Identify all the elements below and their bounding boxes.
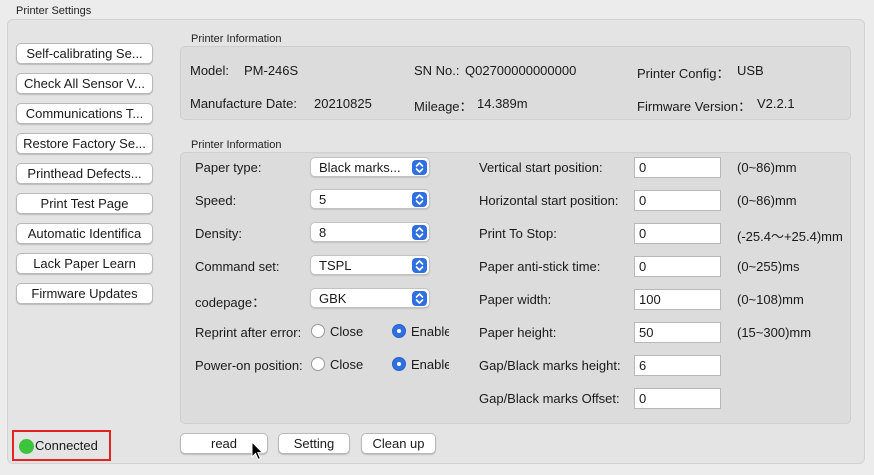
model-value: PM-246S bbox=[244, 63, 299, 78]
print-to-stop-input[interactable]: 0 bbox=[634, 223, 721, 244]
connection-status: Connected bbox=[12, 430, 111, 461]
restore-factory-button[interactable]: Restore Factory Se... bbox=[16, 133, 153, 154]
chevron-updown-icon bbox=[412, 192, 427, 207]
power-on-position-label: Power-on position: bbox=[195, 358, 303, 373]
chevron-updown-icon bbox=[412, 160, 427, 175]
status-indicator-icon bbox=[19, 439, 34, 454]
reprint-close-label: Close bbox=[330, 324, 364, 339]
paper-height-input[interactable]: 50 bbox=[634, 322, 721, 343]
horizontal-start-label: Horizontal start position: bbox=[479, 193, 619, 208]
vertical-start-range: (0~86)mm bbox=[737, 160, 797, 175]
firmware-version-value: V2.2.1 bbox=[757, 96, 795, 111]
check-all-sensor-button[interactable]: Check All Sensor V... bbox=[16, 73, 153, 94]
gap-marks-height-label: Gap/Black marks height: bbox=[479, 358, 621, 373]
automatic-identification-button[interactable]: Automatic Identifica bbox=[16, 223, 153, 244]
print-to-stop-range: (-25.4～+25.4)mm bbox=[737, 229, 843, 244]
sn-value: Q02700000000000 bbox=[465, 63, 577, 78]
chevron-updown-icon bbox=[412, 291, 427, 306]
print-test-page-button[interactable]: Print Test Page bbox=[16, 193, 153, 214]
chevron-updown-icon bbox=[412, 258, 427, 273]
settings-group-label: Printer Information bbox=[191, 139, 282, 151]
speed-select[interactable]: 5 bbox=[310, 189, 430, 209]
self-calibrating-button[interactable]: Self-calibrating Se... bbox=[16, 43, 153, 64]
vertical-start-label: Vertical start position: bbox=[479, 160, 603, 175]
model-label: Model: bbox=[190, 63, 230, 78]
command-set-value: TSPL bbox=[319, 258, 352, 273]
codepage-label: codepage： bbox=[195, 295, 266, 310]
communications-test-button[interactable]: Communications T... bbox=[16, 103, 153, 124]
firmware-version-label: Firmware Version： bbox=[637, 99, 752, 114]
codepage-value: GBK bbox=[319, 291, 347, 306]
paper-height-range: (15~300)mm bbox=[737, 325, 812, 340]
status-text: Connected bbox=[35, 438, 98, 453]
reprint-enable-label: Enable bbox=[411, 324, 449, 339]
printer-config-label: Printer Config： bbox=[637, 66, 730, 81]
reprint-enable-radio[interactable] bbox=[392, 324, 406, 338]
setting-button[interactable]: Setting bbox=[278, 433, 350, 454]
anti-stick-time-input[interactable]: 0 bbox=[634, 256, 721, 277]
poweron-close-radio[interactable] bbox=[311, 357, 325, 371]
gap-marks-offset-label: Gap/Black marks Offset: bbox=[479, 391, 620, 406]
reprint-after-error-label: Reprint after error: bbox=[195, 325, 302, 340]
firmware-updates-button[interactable]: Firmware Updates bbox=[16, 283, 153, 304]
print-to-stop-label: Print To Stop: bbox=[479, 226, 557, 241]
gap-marks-height-input[interactable]: 6 bbox=[634, 355, 721, 376]
mouse-cursor-icon bbox=[251, 441, 264, 461]
speed-label: Speed: bbox=[195, 193, 237, 208]
printer-info-group-label: Printer Information bbox=[191, 33, 282, 45]
mileage-label: Mileage： bbox=[414, 99, 473, 114]
poweron-enable-radio[interactable] bbox=[392, 357, 406, 371]
gap-marks-offset-input[interactable]: 0 bbox=[634, 388, 721, 409]
window-title: Printer Settings bbox=[16, 5, 92, 17]
printer-config-value: USB bbox=[737, 63, 764, 78]
codepage-select[interactable]: GBK bbox=[310, 288, 430, 308]
lack-paper-learn-button[interactable]: Lack Paper Learn bbox=[16, 253, 153, 274]
poweron-enable-label: Enable bbox=[411, 357, 449, 372]
clean-up-button[interactable]: Clean up bbox=[361, 433, 436, 454]
poweron-close-label: Close bbox=[330, 357, 364, 372]
horizontal-start-input[interactable]: 0 bbox=[634, 190, 721, 211]
paper-width-range: (0~108)mm bbox=[737, 292, 804, 307]
command-set-select[interactable]: TSPL bbox=[310, 255, 430, 275]
density-select[interactable]: 8 bbox=[310, 222, 430, 242]
paper-width-input[interactable]: 100 bbox=[634, 289, 721, 310]
printhead-defects-button[interactable]: Printhead Defects... bbox=[16, 163, 153, 184]
sn-label: SN No.: bbox=[414, 63, 460, 78]
reprint-close-radio[interactable] bbox=[311, 324, 325, 338]
manufacture-date-value: 20210825 bbox=[314, 96, 372, 111]
horizontal-start-range: (0~86)mm bbox=[737, 193, 797, 208]
command-set-label: Command set: bbox=[195, 259, 280, 274]
vertical-start-input[interactable]: 0 bbox=[634, 157, 721, 178]
mileage-value: 14.389m bbox=[477, 96, 528, 111]
paper-width-label: Paper width: bbox=[479, 292, 552, 307]
manufacture-date-label: Manufacture Date: bbox=[190, 96, 297, 111]
density-value: 8 bbox=[319, 225, 327, 240]
paper-type-select[interactable]: Black marks... bbox=[310, 157, 430, 177]
paper-type-label: Paper type: bbox=[195, 160, 262, 175]
paper-height-label: Paper height: bbox=[479, 325, 557, 340]
speed-value: 5 bbox=[319, 192, 327, 207]
anti-stick-time-label: Paper anti-stick time: bbox=[479, 259, 601, 274]
density-label: Density: bbox=[195, 226, 242, 241]
paper-type-value: Black marks... bbox=[319, 160, 401, 175]
chevron-updown-icon bbox=[412, 225, 427, 240]
anti-stick-time-range: (0~255)ms bbox=[737, 259, 800, 274]
